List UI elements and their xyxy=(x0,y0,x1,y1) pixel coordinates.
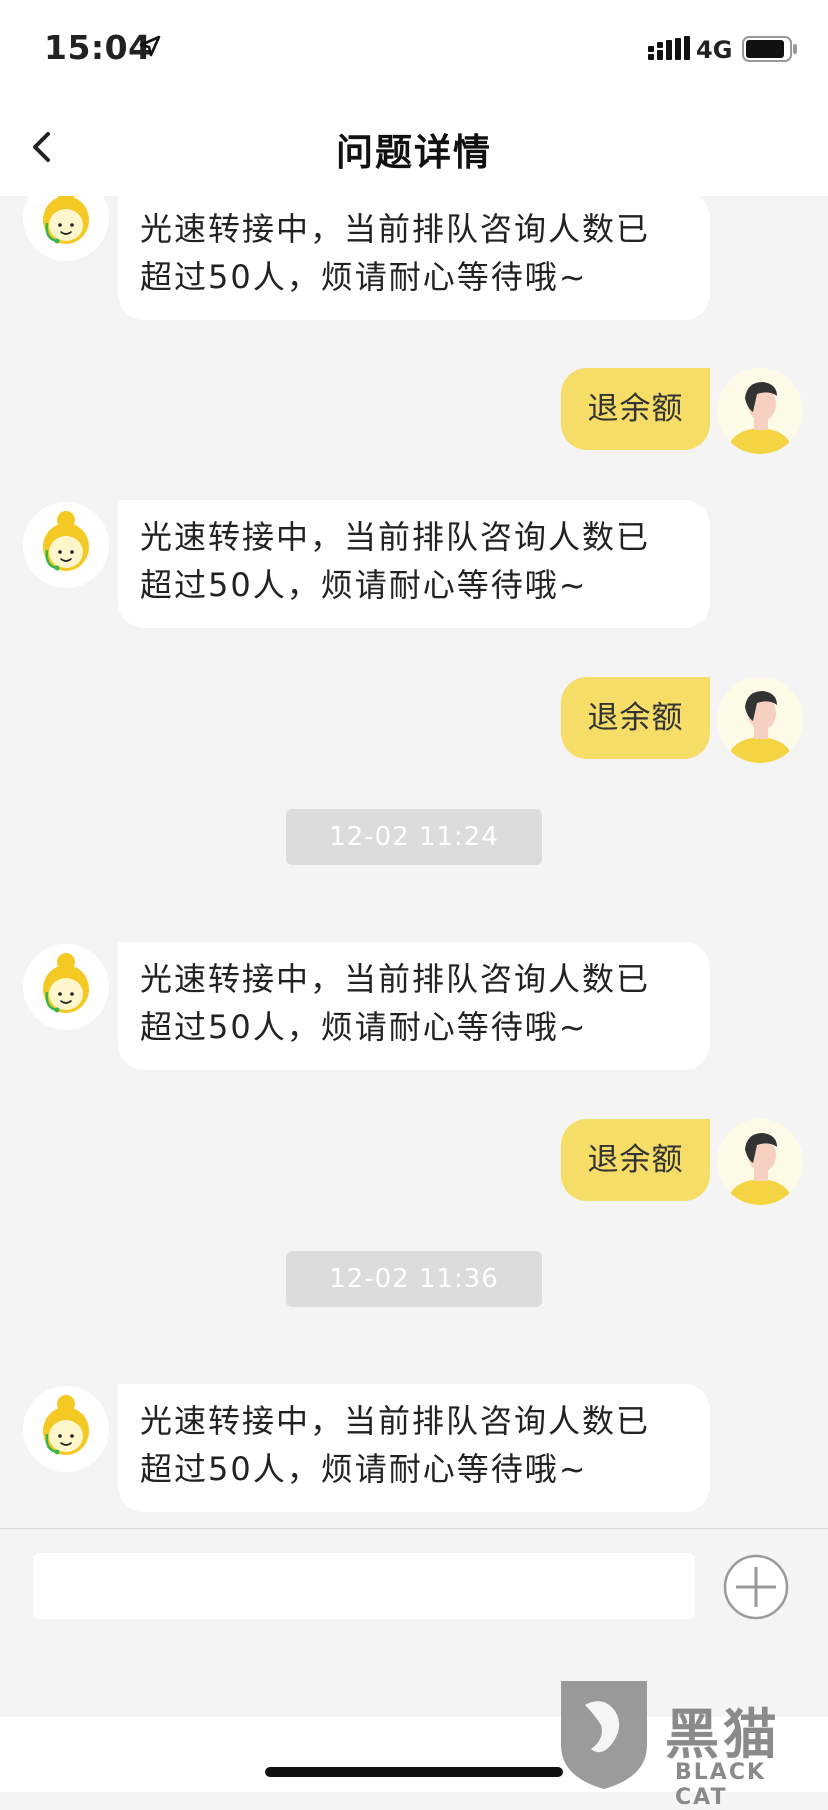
agent-message-bubble: 光速转接中，当前排队咨询人数已 超过50人，烦请耐心等待哦~ xyxy=(118,1384,710,1512)
agent-avatar-icon xyxy=(23,1386,109,1472)
message-text-line: 光速转接中，当前排队咨询人数已 xyxy=(140,518,651,556)
message-text-line: 超过50人，烦请耐心等待哦~ xyxy=(140,1450,588,1488)
user-avatar xyxy=(717,368,803,454)
agent-message-bubble: 光速转接中，当前排队咨询人数已 超过50人，烦请耐心等待哦~ xyxy=(118,500,710,628)
message-text-line: 光速转接中，当前排队咨询人数已 xyxy=(140,210,651,248)
plus-circle-icon[interactable] xyxy=(722,1553,790,1621)
signal-icon xyxy=(648,36,690,60)
location-arrow-icon xyxy=(139,35,161,57)
user-avatar xyxy=(717,677,803,763)
user-avatar-icon xyxy=(717,677,803,763)
agent-message-bubble: 光速转接中，当前排队咨询人数已 超过50人，烦请耐心等待哦~ xyxy=(118,942,710,1070)
network-type: 4G xyxy=(696,36,733,64)
battery-icon xyxy=(742,36,797,62)
agent-avatar xyxy=(23,502,109,588)
message-text-line: 超过50人，烦请耐心等待哦~ xyxy=(140,566,588,604)
message-text-line: 光速转接中，当前排队咨询人数已 xyxy=(140,1402,651,1440)
user-avatar xyxy=(717,1119,803,1205)
page-title: 问题详情 xyxy=(336,131,492,174)
agent-avatar-icon xyxy=(23,944,109,1030)
user-message-bubble: 退余额 xyxy=(561,677,710,759)
agent-avatar xyxy=(23,944,109,1030)
watermark-text: 黑猫 xyxy=(665,1703,781,1766)
message-input[interactable] xyxy=(33,1553,695,1619)
agent-message-bubble: 光速转接中，当前排队咨询人数已 超过50人，烦请耐心等待哦~ xyxy=(118,196,710,320)
user-message-bubble: 退余额 xyxy=(561,1119,710,1201)
agent-avatar xyxy=(23,1386,109,1472)
user-avatar-icon xyxy=(717,368,803,454)
home-indicator[interactable] xyxy=(265,1767,563,1777)
timestamp-badge: 12-02 11:36 xyxy=(286,1251,542,1307)
chat-list[interactable]: 光速转接中，当前排队咨询人数已 超过50人，烦请耐心等待哦~ 退余额 光速转接中… xyxy=(0,196,828,1528)
watermark-subtext: BLACK CAT xyxy=(675,1760,767,1810)
user-avatar-icon xyxy=(717,1119,803,1205)
message-text-line: 超过50人，烦请耐心等待哦~ xyxy=(140,1008,588,1046)
agent-avatar-icon xyxy=(23,196,109,261)
user-message-bubble: 退余额 xyxy=(561,368,710,450)
agent-avatar-icon xyxy=(23,502,109,588)
status-time: 15:04 xyxy=(44,28,152,67)
nav-bar: 问题详情 xyxy=(0,100,828,196)
status-bar: 15:04 4G xyxy=(0,0,828,100)
message-text-line: 超过50人，烦请耐心等待哦~ xyxy=(140,258,588,296)
timestamp-badge: 12-02 11:24 xyxy=(286,809,542,865)
agent-avatar xyxy=(23,196,109,261)
message-text-line: 光速转接中，当前排队咨询人数已 xyxy=(140,960,651,998)
